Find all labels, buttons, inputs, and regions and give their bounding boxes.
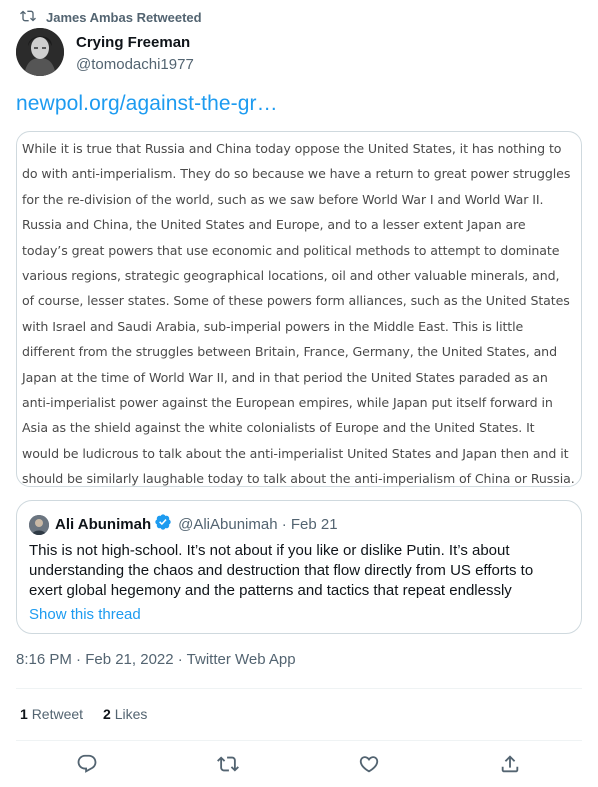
retweets-stat[interactable]: 1 Retweet — [20, 704, 83, 724]
author-block[interactable]: Crying Freeman @tomodachi1977 — [76, 33, 194, 75]
divider — [16, 740, 582, 741]
heart-icon — [358, 756, 380, 779]
image-text: While it is true that Russia and China t… — [22, 141, 575, 487]
retweet-banner[interactable]: James Ambas Retweeted — [20, 8, 202, 27]
author-display-name[interactable]: Crying Freeman — [76, 33, 194, 53]
verified-badge-icon — [151, 513, 178, 537]
quoted-tweet-header: Ali Abunimah @AliAbunimah · Feb 21 — [29, 513, 569, 537]
retweet-button[interactable] — [217, 753, 239, 775]
quoted-author-name[interactable]: Ali Abunimah — [55, 515, 151, 535]
quoted-handle-date[interactable]: @AliAbunimah · Feb 21 — [178, 515, 337, 535]
likes-label: Likes — [114, 706, 148, 722]
author-handle[interactable]: @tomodachi1977 — [76, 55, 194, 75]
text-image[interactable]: While it is true that Russia and China t… — [16, 131, 582, 487]
likes-stat[interactable]: 2 Likes — [103, 704, 147, 724]
article-link[interactable]: newpol.org/against-the-gr… — [16, 92, 278, 116]
quoted-tweet-text: This is not high-school. It’s not about … — [29, 542, 534, 599]
retweets-label: Retweet — [31, 706, 84, 722]
quoted-avatar[interactable] — [29, 515, 49, 535]
action-bar — [0, 744, 598, 784]
tweet-timestamp-source[interactable]: 8:16 PM · Feb 21, 2022 · Twitter Web App — [16, 650, 296, 670]
show-thread-link[interactable]: Show this thread — [29, 605, 569, 625]
divider — [16, 688, 582, 689]
retweet-icon — [217, 756, 239, 779]
share-button[interactable] — [499, 753, 521, 775]
retweets-count: 1 — [20, 706, 28, 722]
retweet-icon — [20, 8, 36, 27]
like-button[interactable] — [358, 753, 380, 775]
likes-count: 2 — [103, 706, 111, 722]
avatar[interactable] — [16, 28, 64, 76]
share-icon — [499, 755, 521, 779]
reply-icon — [76, 754, 98, 779]
quoted-tweet-card[interactable]: Ali Abunimah @AliAbunimah · Feb 21 This … — [16, 500, 582, 634]
engagement-stats: 1 Retweet 2 Likes — [20, 704, 147, 724]
reply-button[interactable] — [76, 753, 98, 775]
retweet-banner-label: James Ambas Retweeted — [46, 10, 202, 25]
